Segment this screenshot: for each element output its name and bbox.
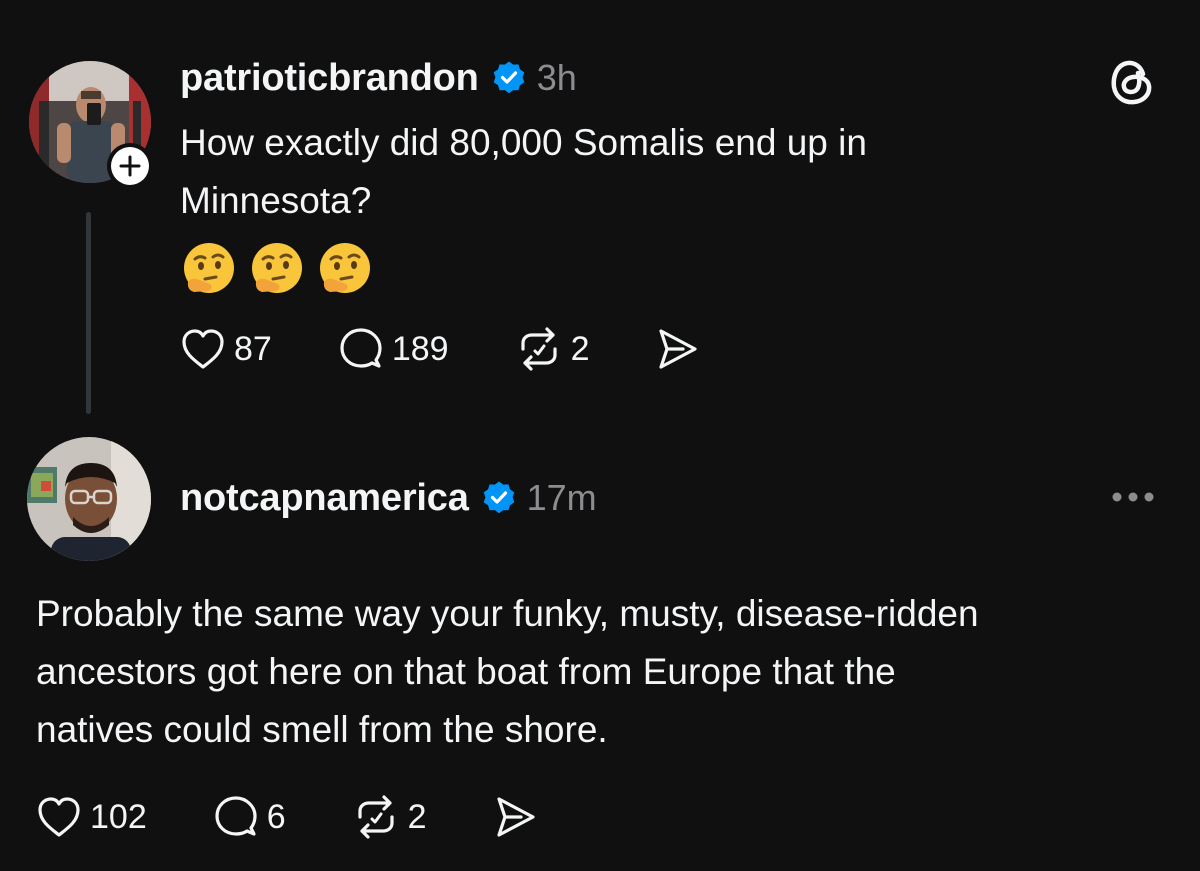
heart-icon	[182, 329, 224, 369]
reply-button[interactable]: 6	[213, 794, 286, 840]
repost-button[interactable]: 2	[515, 327, 590, 371]
verified-badge-icon	[483, 481, 514, 514]
follow-button[interactable]	[107, 143, 153, 189]
comment-icon	[215, 796, 257, 836]
repost-count: 2	[570, 329, 590, 368]
reply-button[interactable]: 189	[338, 326, 449, 372]
threads-logo-icon[interactable]	[1107, 55, 1155, 107]
more-dots-icon[interactable]	[1108, 482, 1158, 512]
reply-author-avatar[interactable]	[27, 437, 151, 561]
thinking-emoji	[316, 240, 374, 303]
repost-icon	[358, 795, 394, 839]
share-button[interactable]	[491, 795, 537, 839]
reply-timestamp: 17m	[526, 477, 597, 518]
reply-body-text: Probably the same way your funky, musty,…	[36, 593, 979, 750]
verified-badge-icon	[493, 61, 524, 94]
thread-connector-line	[86, 212, 91, 414]
thinking-emoji	[248, 240, 306, 303]
post-header: patrioticbrandon 3h	[180, 56, 577, 100]
like-count: 102	[90, 797, 147, 836]
share-button[interactable]	[653, 327, 699, 371]
reply-action-bar: 102 6 2	[36, 792, 537, 842]
repost-icon	[520, 327, 557, 371]
post-timestamp: 3h	[536, 57, 577, 98]
reply-header: notcapnamerica 17m	[180, 476, 597, 520]
like-button[interactable]: 102	[36, 795, 147, 839]
reply-count: 6	[266, 797, 286, 836]
like-count: 87	[234, 329, 272, 368]
post-emoji-row	[180, 240, 374, 303]
comment-icon	[340, 328, 382, 368]
repost-button[interactable]: 2	[352, 795, 427, 839]
post-body-text: How exactly did 80,000 Somalis end up in…	[180, 122, 867, 221]
send-icon	[496, 797, 535, 837]
post-author-username[interactable]: patrioticbrandon	[180, 57, 479, 100]
send-icon	[659, 329, 698, 369]
plus-icon	[119, 155, 141, 177]
reply-count: 189	[391, 329, 449, 368]
reply-author-username[interactable]: notcapnamerica	[180, 477, 469, 520]
thinking-emoji	[180, 240, 238, 303]
heart-icon	[38, 797, 80, 837]
like-button[interactable]: 87	[180, 327, 272, 371]
post-action-bar: 87 189 2	[180, 324, 699, 374]
repost-count: 2	[407, 797, 427, 836]
